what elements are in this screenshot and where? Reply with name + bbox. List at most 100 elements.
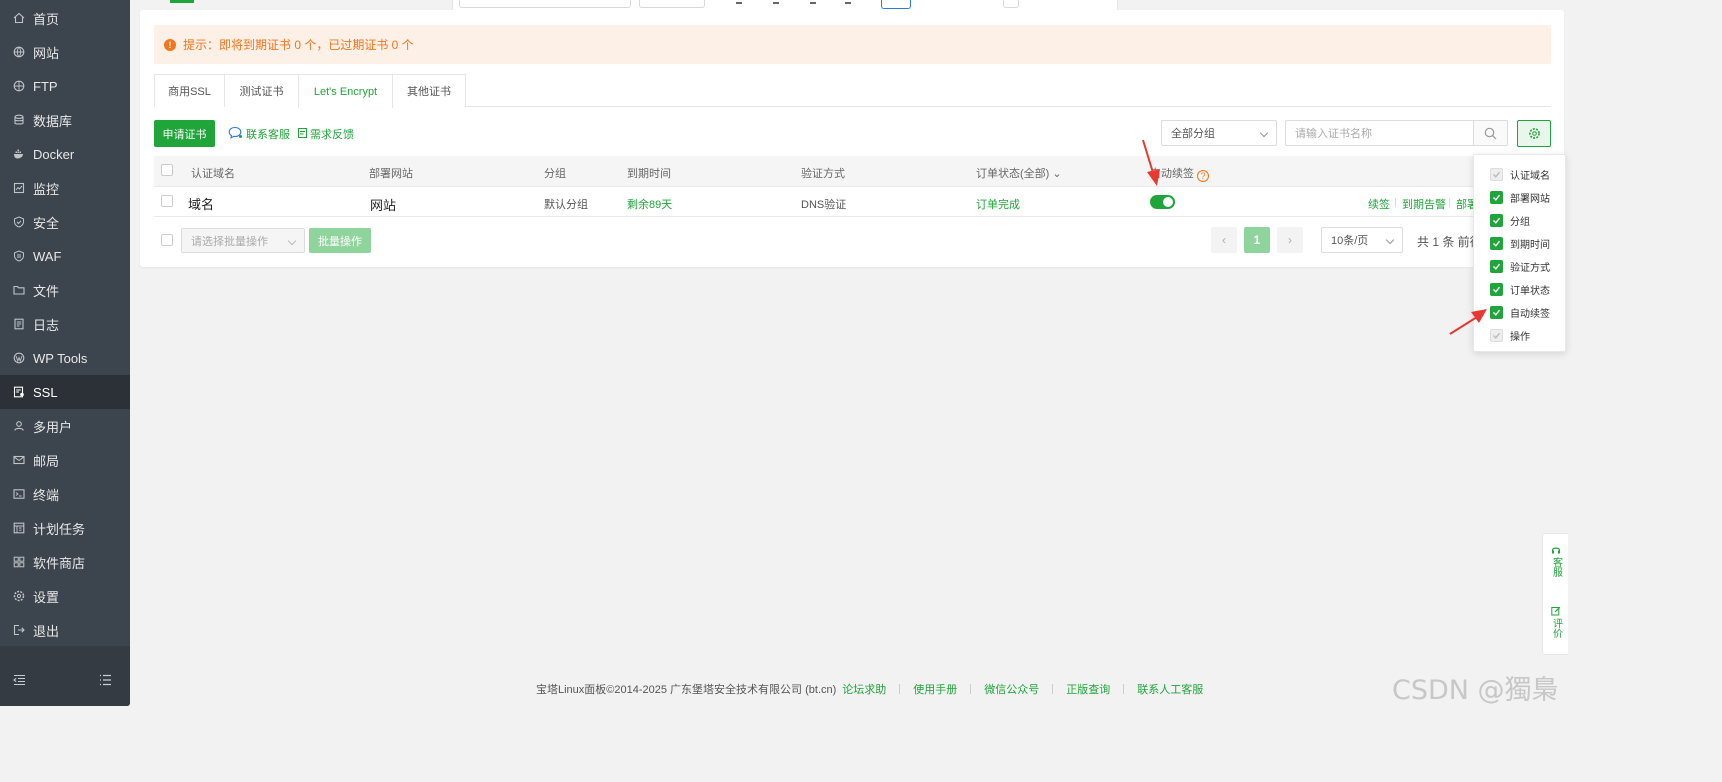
sidebar-item-files[interactable]: 文件 <box>0 273 130 307</box>
column-option-expire[interactable]: 到期时间 <box>1490 236 1550 251</box>
gear-icon <box>12 590 25 603</box>
certificate-search-input[interactable]: 请输入证书名称 <box>1285 120 1508 146</box>
table-header: 认证域名 部署网站 分组 到期时间 验证方式 订单状态(全部) ⌄ 自动续签? <box>154 156 1551 187</box>
sidebar-item-logs[interactable]: 日志 <box>0 307 130 341</box>
contact-support-link[interactable]: 联系客服 <box>228 126 290 142</box>
footer-link-wechat[interactable]: 微信公众号 <box>984 681 1039 697</box>
sidebar: 首页 网站 FTP 数据库 Docker 监控 安全 WAF 文件 日志 WP … <box>0 0 130 706</box>
footer-link-license-check[interactable]: 正版查询 <box>1066 681 1110 697</box>
chevron-down-icon: ⌄ <box>1052 168 1062 180</box>
tab-commercial-ssl[interactable]: 商用SSL <box>154 74 225 107</box>
select-all-checkbox[interactable] <box>161 164 173 176</box>
column-option-site[interactable]: 部署网站 <box>1490 190 1550 205</box>
sidebar-item-label: 网站 <box>33 45 60 61</box>
checkbox-checked[interactable] <box>1490 213 1503 227</box>
sidebar-item-multi-user[interactable]: 多用户 <box>0 409 130 443</box>
sidebar-item-waf[interactable]: WAF <box>0 239 130 273</box>
sidebar-item-cron[interactable]: 计划任务 <box>0 511 130 545</box>
batch-select-placeholder: 请选择批量操作 <box>191 235 268 248</box>
top-selected-tool[interactable] <box>881 0 911 9</box>
sidebar-item-wp-tools[interactable]: WP Tools <box>0 341 130 375</box>
footer-link-manual[interactable]: 使用手册 <box>913 681 957 697</box>
page-size-select[interactable]: 10条/页 <box>1321 227 1403 253</box>
sidebar-item-settings[interactable]: 设置 <box>0 579 130 613</box>
sidebar-item-terminal[interactable]: 终端 <box>0 477 130 511</box>
sidebar-item-ssl[interactable]: SSL <box>0 375 130 409</box>
batch-operation-button[interactable]: 批量操作 <box>309 228 371 253</box>
top-toolbar-icon[interactable] <box>773 0 779 4</box>
sidebar-item-label: WAF <box>33 248 62 264</box>
tab-test-certificate[interactable]: 测试证书 <box>224 74 299 107</box>
prev-page-button[interactable]: ‹ <box>1211 227 1237 253</box>
sidebar-item-docker[interactable]: Docker <box>0 137 130 171</box>
feedback-link[interactable]: 需求反馈 <box>298 126 354 142</box>
batch-select-all-checkbox[interactable] <box>161 234 173 246</box>
tab-lets-encrypt[interactable]: Let's Encrypt <box>298 74 393 108</box>
ssl-certificate-icon <box>12 386 25 399</box>
renew-link[interactable]: 续签 <box>1368 196 1390 212</box>
top-select-fragment[interactable] <box>639 0 705 8</box>
column-option-label: 自动续签 <box>1510 308 1550 320</box>
column-option-label: 到期时间 <box>1510 239 1550 251</box>
top-toolbar-icon[interactable] <box>736 0 742 4</box>
column-option-order-status[interactable]: 订单状态 <box>1490 282 1550 297</box>
page-1-button[interactable]: 1 <box>1244 227 1270 253</box>
collapse-sidebar-icon[interactable] <box>13 674 27 688</box>
page-footer: 宝塔Linux面板©2014-2025 广东堡塔安全技术有限公司 (bt.cn)… <box>536 681 1203 697</box>
sidebar-item-monitor[interactable]: 监控 <box>0 171 130 205</box>
footer-divider <box>1052 684 1054 694</box>
sidebar-item-store[interactable]: 软件商店 <box>0 545 130 579</box>
annotation-arrow-toggle <box>1142 139 1160 186</box>
top-input-fragment[interactable] <box>459 0 631 8</box>
checkbox-checked[interactable] <box>1490 305 1503 319</box>
sidebar-item-label: SSL <box>33 384 58 400</box>
sidebar-item-database[interactable]: 数据库 <box>0 103 130 137</box>
feedback-icon <box>298 127 307 141</box>
th-order-status-filter[interactable]: 订单状态(全部) ⌄ <box>976 165 1062 181</box>
footer-link-human-support[interactable]: 联系人工客服 <box>1137 681 1203 697</box>
shield-icon <box>12 216 25 229</box>
sidebar-item-label: 安全 <box>33 215 60 231</box>
log-icon <box>12 318 25 331</box>
footer-divider <box>970 684 972 694</box>
sidebar-item-label: 退出 <box>33 623 60 639</box>
top-toolbar-icon[interactable] <box>810 0 816 4</box>
help-icon[interactable]: ? <box>1197 170 1209 182</box>
sidebar-item-ftp[interactable]: FTP <box>0 69 130 103</box>
checkbox-checked[interactable] <box>1490 282 1503 296</box>
checkbox-checked[interactable] <box>1490 236 1503 250</box>
apply-certificate-button[interactable]: 申请证书 <box>154 120 215 147</box>
expiry-alert-link[interactable]: 到期告警 <box>1402 196 1446 212</box>
group-select[interactable]: 全部分组 <box>1161 120 1277 146</box>
menu-list-icon[interactable] <box>99 674 113 688</box>
row-checkbox[interactable] <box>161 195 173 207</box>
checkbox-checked[interactable] <box>1490 259 1503 273</box>
cell-order-status: 订单完成 <box>976 199 1020 211</box>
customer-service-button[interactable]: 客服 <box>1543 545 1569 577</box>
top-toolbar-button[interactable] <box>1003 0 1019 8</box>
sidebar-item-home[interactable]: 首页 <box>0 1 130 35</box>
column-option-group[interactable]: 分组 <box>1490 213 1530 228</box>
sidebar-item-mail[interactable]: 邮局 <box>0 443 130 477</box>
autorenew-toggle[interactable] <box>1150 195 1175 209</box>
sidebar-item-website[interactable]: 网站 <box>0 35 130 69</box>
footer-link-forum[interactable]: 论坛求助 <box>842 681 886 697</box>
chevron-left-icon: ‹ <box>1222 233 1226 247</box>
tab-other-certificate[interactable]: 其他证书 <box>392 74 466 107</box>
cell-expire: 剩余89天 <box>627 199 673 211</box>
column-settings-button[interactable] <box>1517 120 1551 147</box>
column-option-autorenew[interactable]: 自动续签 <box>1490 305 1550 320</box>
search-placeholder: 请输入证书名称 <box>1295 128 1372 140</box>
search-button[interactable] <box>1473 121 1507 145</box>
review-button[interactable]: 评价 <box>1543 606 1569 638</box>
sidebar-item-security[interactable]: 安全 <box>0 205 130 239</box>
checkbox-checked[interactable] <box>1490 190 1503 204</box>
column-option-verify[interactable]: 验证方式 <box>1490 259 1550 274</box>
next-page-button[interactable]: › <box>1277 227 1303 253</box>
sidebar-item-logout[interactable]: 退出 <box>0 613 130 647</box>
tab-label: 商用SSL <box>168 86 211 98</box>
column-option-label: 部署网站 <box>1510 193 1550 205</box>
sidebar-item-label: 终端 <box>33 487 60 503</box>
top-toolbar-icon[interactable] <box>845 0 851 4</box>
batch-operation-select[interactable]: 请选择批量操作 <box>181 228 305 253</box>
